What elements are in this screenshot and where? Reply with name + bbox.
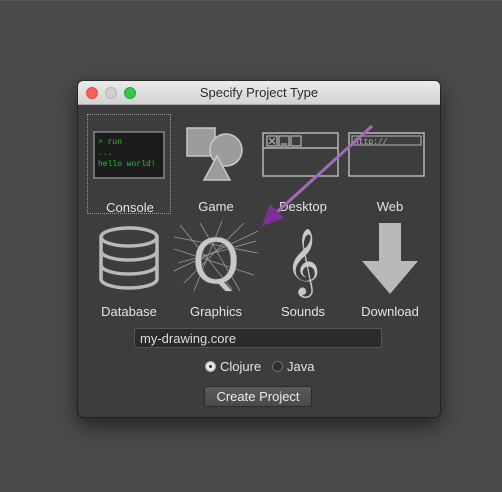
annotation-arrow xyxy=(262,124,374,226)
